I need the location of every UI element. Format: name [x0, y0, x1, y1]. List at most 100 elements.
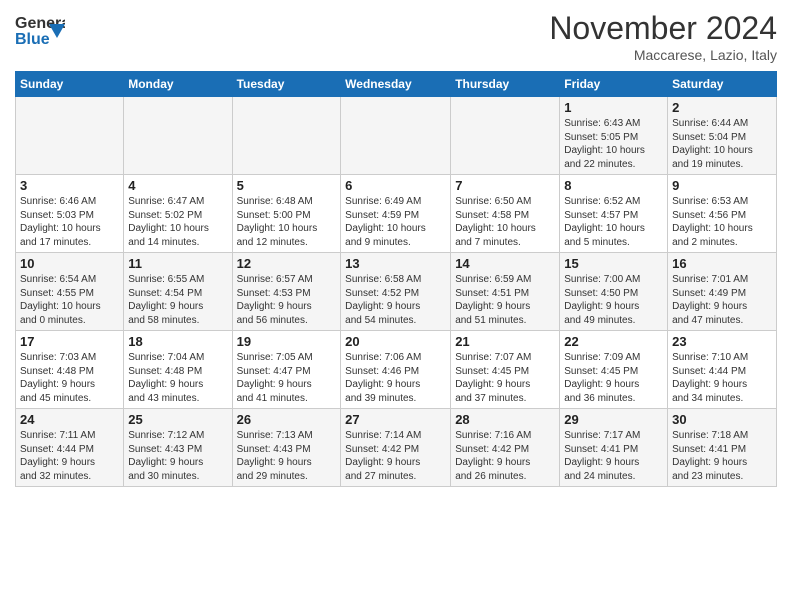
day-number: 20 [345, 334, 446, 349]
calendar-cell: 13Sunrise: 6:58 AM Sunset: 4:52 PM Dayli… [341, 253, 451, 331]
day-info: Sunrise: 7:10 AM Sunset: 4:44 PM Dayligh… [672, 351, 772, 405]
day-number: 17 [20, 334, 119, 349]
day-number: 2 [672, 100, 772, 115]
day-info: Sunrise: 6:50 AM Sunset: 4:58 PM Dayligh… [455, 195, 555, 249]
calendar-cell: 17Sunrise: 7:03 AM Sunset: 4:48 PM Dayli… [16, 331, 124, 409]
calendar-cell: 28 Sunrise: 7:16 AM Sunset: 4:42 PM Dayli… [451, 409, 560, 487]
day-number: 12 [237, 256, 337, 271]
logo-icon: General Blue [15, 10, 65, 50]
day-info: Sunrise: 6:54 AM Sunset: 4:55 PM Dayligh… [20, 273, 119, 327]
calendar-cell: 8 Sunrise: 6:52 AM Sunset: 4:57 PM Daylig… [560, 175, 668, 253]
day-info: Sunrise: 7:14 AM Sunset: 4:42 PM Dayligh… [345, 429, 446, 483]
day-info: Sunrise: 6:58 AM Sunset: 4:52 PM Dayligh… [345, 273, 446, 327]
weekday-header: Friday [560, 72, 668, 97]
day-info: Sunrise: 7:16 AM Sunset: 4:42 PM Dayligh… [455, 429, 555, 483]
title-section: November 2024 Maccarese, Lazio, Italy [549, 10, 777, 63]
day-info: Sunrise: 7:04 AM Sunset: 4:48 PM Dayligh… [128, 351, 227, 405]
day-info: Sunrise: 6:43 AM Sunset: 5:05 PM Dayligh… [564, 117, 663, 171]
day-number: 22 [564, 334, 663, 349]
calendar-week-row: 3 Sunrise: 6:46 AM Sunset: 5:03 PM Daylig… [16, 175, 777, 253]
day-number: 1 [564, 100, 663, 115]
day-info: Sunrise: 7:12 AM Sunset: 4:43 PM Dayligh… [128, 429, 227, 483]
day-info: Sunrise: 6:46 AM Sunset: 5:03 PM Dayligh… [20, 195, 119, 249]
day-info: Sunrise: 7:07 AM Sunset: 4:45 PM Dayligh… [455, 351, 555, 405]
day-number: 24 [20, 412, 119, 427]
calendar-cell: 12 Sunrise: 6:57 AM Sunset: 4:53 PM Dayli… [232, 253, 341, 331]
day-number: 16 [672, 256, 772, 271]
svg-text:Blue: Blue [15, 31, 50, 48]
day-number: 7 [455, 178, 555, 193]
location-label: Maccarese, Lazio, Italy [549, 47, 777, 63]
day-number: 28 [455, 412, 555, 427]
day-number: 21 [455, 334, 555, 349]
day-info: Sunrise: 6:52 AM Sunset: 4:57 PM Dayligh… [564, 195, 663, 249]
calendar-table: SundayMondayTuesdayWednesdayThursdayFrid… [15, 71, 777, 487]
day-number: 11 [128, 256, 227, 271]
weekday-header: Saturday [668, 72, 777, 97]
weekday-header: Tuesday [232, 72, 341, 97]
day-number: 19 [237, 334, 337, 349]
day-info: Sunrise: 6:44 AM Sunset: 5:04 PM Dayligh… [672, 117, 772, 171]
calendar-cell [124, 97, 232, 175]
day-number: 10 [20, 256, 119, 271]
day-number: 4 [128, 178, 227, 193]
day-info: Sunrise: 6:49 AM Sunset: 4:59 PM Dayligh… [345, 195, 446, 249]
calendar-cell [232, 97, 341, 175]
calendar-cell: 29 Sunrise: 7:17 AM Sunset: 4:41 PM Dayli… [560, 409, 668, 487]
day-info: Sunrise: 6:59 AM Sunset: 4:51 PM Dayligh… [455, 273, 555, 327]
calendar-cell: 25 Sunrise: 7:12 AM Sunset: 4:43 PM Dayli… [124, 409, 232, 487]
calendar-week-row: 1 Sunrise: 6:43 AM Sunset: 5:05 PM Daylig… [16, 97, 777, 175]
page-header: General Blue November 2024 Maccarese, La… [15, 10, 777, 63]
calendar-cell: 22 Sunrise: 7:09 AM Sunset: 4:45 PM Dayli… [560, 331, 668, 409]
calendar-cell: 16Sunrise: 7:01 AM Sunset: 4:49 PM Dayli… [668, 253, 777, 331]
day-info: Sunrise: 7:06 AM Sunset: 4:46 PM Dayligh… [345, 351, 446, 405]
calendar-cell: 24 Sunrise: 7:11 AM Sunset: 4:44 PM Dayli… [16, 409, 124, 487]
calendar-cell: 27 Sunrise: 7:14 AM Sunset: 4:42 PM Dayli… [341, 409, 451, 487]
calendar-cell: 3 Sunrise: 6:46 AM Sunset: 5:03 PM Daylig… [16, 175, 124, 253]
weekday-header: Thursday [451, 72, 560, 97]
calendar-cell: 4 Sunrise: 6:47 AM Sunset: 5:02 PM Daylig… [124, 175, 232, 253]
day-number: 25 [128, 412, 227, 427]
day-info: Sunrise: 6:55 AM Sunset: 4:54 PM Dayligh… [128, 273, 227, 327]
day-number: 8 [564, 178, 663, 193]
weekday-header: Monday [124, 72, 232, 97]
calendar-cell: 1 Sunrise: 6:43 AM Sunset: 5:05 PM Daylig… [560, 97, 668, 175]
day-number: 23 [672, 334, 772, 349]
calendar-cell: 15 Sunrise: 7:00 AM Sunset: 4:50 PM Dayli… [560, 253, 668, 331]
day-info: Sunrise: 7:00 AM Sunset: 4:50 PM Dayligh… [564, 273, 663, 327]
day-info: Sunrise: 6:57 AM Sunset: 4:53 PM Dayligh… [237, 273, 337, 327]
calendar-cell [451, 97, 560, 175]
day-number: 9 [672, 178, 772, 193]
day-number: 14 [455, 256, 555, 271]
calendar-cell [341, 97, 451, 175]
day-info: Sunrise: 6:48 AM Sunset: 5:00 PM Dayligh… [237, 195, 337, 249]
calendar-week-row: 10 Sunrise: 6:54 AM Sunset: 4:55 PM Dayli… [16, 253, 777, 331]
day-info: Sunrise: 7:13 AM Sunset: 4:43 PM Dayligh… [237, 429, 337, 483]
day-number: 30 [672, 412, 772, 427]
day-info: Sunrise: 7:05 AM Sunset: 4:47 PM Dayligh… [237, 351, 337, 405]
day-number: 3 [20, 178, 119, 193]
day-info: Sunrise: 7:11 AM Sunset: 4:44 PM Dayligh… [20, 429, 119, 483]
calendar-cell: 2 Sunrise: 6:44 AM Sunset: 5:04 PM Daylig… [668, 97, 777, 175]
day-number: 26 [237, 412, 337, 427]
day-info: Sunrise: 6:53 AM Sunset: 4:56 PM Dayligh… [672, 195, 772, 249]
weekday-header: Wednesday [341, 72, 451, 97]
day-info: Sunrise: 6:47 AM Sunset: 5:02 PM Dayligh… [128, 195, 227, 249]
day-number: 6 [345, 178, 446, 193]
calendar-cell: 10 Sunrise: 6:54 AM Sunset: 4:55 PM Dayli… [16, 253, 124, 331]
weekday-header: Sunday [16, 72, 124, 97]
calendar-cell: 19 Sunrise: 7:05 AM Sunset: 4:47 PM Dayli… [232, 331, 341, 409]
day-number: 29 [564, 412, 663, 427]
day-info: Sunrise: 7:09 AM Sunset: 4:45 PM Dayligh… [564, 351, 663, 405]
calendar-cell: 23 Sunrise: 7:10 AM Sunset: 4:44 PM Dayli… [668, 331, 777, 409]
day-number: 18 [128, 334, 227, 349]
calendar-cell: 14 Sunrise: 6:59 AM Sunset: 4:51 PM Dayli… [451, 253, 560, 331]
day-info: Sunrise: 7:18 AM Sunset: 4:41 PM Dayligh… [672, 429, 772, 483]
day-number: 15 [564, 256, 663, 271]
calendar-cell: 6 Sunrise: 6:49 AM Sunset: 4:59 PM Daylig… [341, 175, 451, 253]
day-number: 27 [345, 412, 446, 427]
day-info: Sunrise: 7:17 AM Sunset: 4:41 PM Dayligh… [564, 429, 663, 483]
calendar-week-row: 24 Sunrise: 7:11 AM Sunset: 4:44 PM Dayli… [16, 409, 777, 487]
calendar-cell [16, 97, 124, 175]
calendar-cell: 18 Sunrise: 7:04 AM Sunset: 4:48 PM Dayli… [124, 331, 232, 409]
